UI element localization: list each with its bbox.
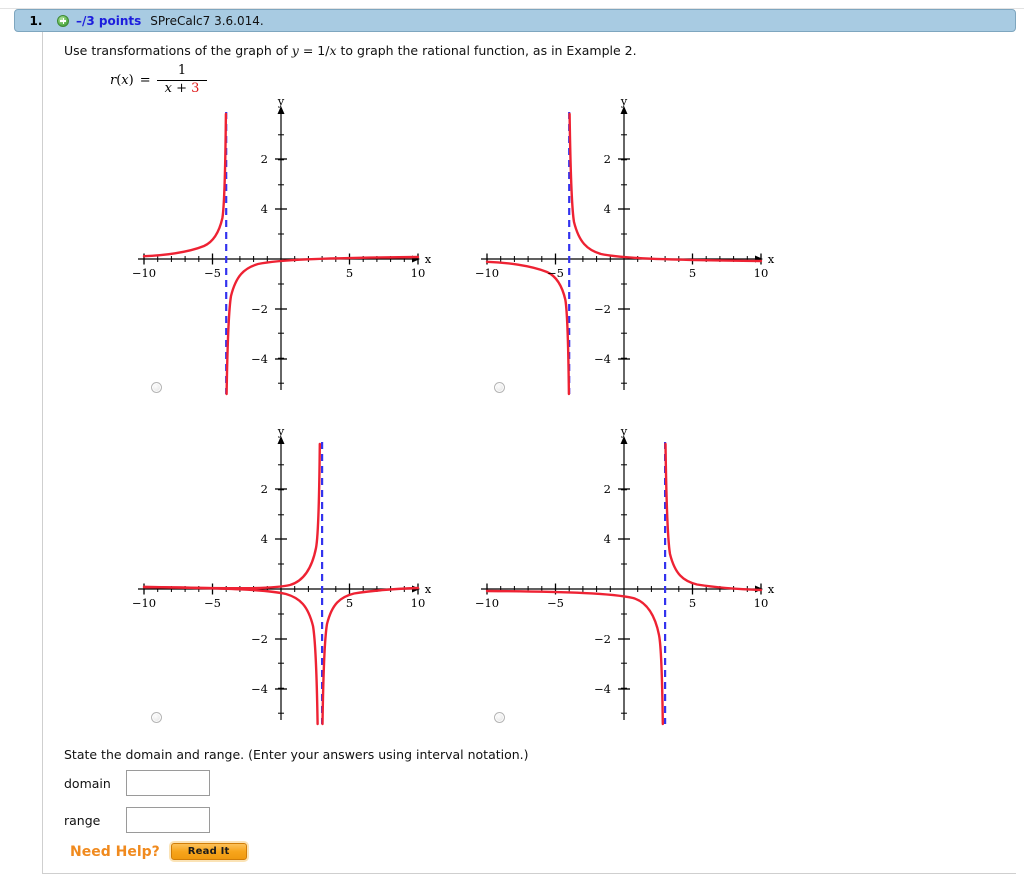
graph-c-axes [138, 436, 420, 720]
radio-choice-d[interactable] [494, 712, 505, 723]
svg-text:−5: −5 [204, 266, 221, 280]
svg-text:−5: −5 [204, 596, 221, 610]
question-number: 1. [29, 13, 43, 28]
points-label: –/3 points [76, 13, 142, 28]
radio-choice-b[interactable] [494, 382, 505, 393]
svg-text:x: x [425, 252, 432, 266]
question-code-label: SPreCalc7 3.6.014. [150, 13, 264, 28]
svg-text:−5: −5 [547, 596, 564, 610]
question-header-bar: 1. –/3 points SPreCalc7 3.6.014. [14, 9, 1016, 32]
graph-d-axes [481, 436, 763, 720]
plus-circle-icon[interactable] [57, 14, 69, 27]
graph-a-svg: −10 −5 5 10 4 2 −2 −4 y x [132, 98, 432, 396]
svg-text:x: x [768, 582, 775, 596]
prompt-part-1: Use transformations of the graph of [64, 43, 292, 58]
domain-field-row: domain [64, 770, 210, 796]
svg-text:−10: −10 [132, 596, 156, 610]
prompt-part-3: to graph the rational function, as in Ex… [336, 43, 637, 58]
svg-text:2: 2 [261, 152, 268, 166]
state-domain-range-text: State the domain and range. (Enter your … [64, 747, 529, 762]
read-it-button[interactable]: Read It [170, 843, 247, 860]
formula-denominator-plus: + [171, 80, 192, 96]
domain-input[interactable] [126, 770, 210, 796]
formula-denominator-const: 3 [191, 80, 200, 96]
formula-numerator: 1 [177, 63, 187, 78]
svg-text:2: 2 [261, 482, 268, 496]
svg-text:5: 5 [689, 266, 696, 280]
top-strip [0, 0, 1024, 9]
formula-denominator: x + 3 [156, 79, 208, 97]
svg-text:−2: −2 [594, 302, 611, 316]
graph-a-axes [138, 106, 420, 390]
svg-text:10: 10 [754, 266, 769, 280]
graph-a-labels: −10 −5 5 10 4 2 −2 −4 y x [132, 98, 432, 366]
graph-choice-a[interactable]: −10 −5 5 10 4 2 −2 −4 y x [118, 98, 438, 398]
graph-c-svg: −10 −5 5 10 4 2 −2 −4 y x [132, 428, 432, 726]
prompt-var-y: y [291, 43, 299, 58]
graph-d-labels: −10 −5 5 10 4 2 −2 −4 y x [475, 428, 775, 696]
graph-b-axes [481, 106, 763, 390]
svg-text:4: 4 [261, 202, 268, 216]
svg-text:−10: −10 [132, 266, 156, 280]
svg-text:10: 10 [411, 596, 426, 610]
range-input[interactable] [126, 807, 210, 833]
svg-text:5: 5 [689, 596, 696, 610]
prompt-text: Use transformations of the graph of y = … [64, 43, 637, 58]
svg-text:5: 5 [346, 596, 353, 610]
svg-text:−10: −10 [475, 596, 499, 610]
formula-rx: r(x) = 1 x + 3 [110, 63, 208, 97]
graph-choice-b[interactable]: −10 −5 5 10 4 2 −2 −4 y x [461, 98, 781, 398]
svg-text:2: 2 [604, 482, 611, 496]
range-label: range [64, 812, 101, 828]
curve-path [142, 585, 319, 726]
svg-text:−4: −4 [251, 352, 268, 366]
graph-b-svg: −10 −5 5 10 4 2 −2 −4 y x [475, 98, 775, 396]
svg-text:5: 5 [346, 266, 353, 280]
formula-argument: x [121, 72, 129, 88]
question-content: Use transformations of the graph of y = … [42, 32, 1016, 874]
need-help-row: Need Help? Read It [70, 843, 247, 860]
svg-text:x: x [425, 582, 432, 596]
graph-c-labels: −10 −5 5 10 4 2 −2 −4 y x [132, 428, 432, 696]
svg-text:4: 4 [604, 202, 611, 216]
formula-fraction: 1 x + 3 [156, 63, 208, 97]
radio-choice-a[interactable] [151, 382, 162, 393]
svg-text:−2: −2 [594, 632, 611, 646]
svg-text:−2: −2 [251, 302, 268, 316]
range-field-row: range [64, 807, 210, 833]
need-help-label: Need Help? [70, 843, 160, 860]
svg-text:y: y [277, 428, 285, 438]
formula-equals: = [139, 72, 151, 88]
formula-denominator-x: x [164, 80, 172, 96]
graph-choice-d[interactable]: −10 −5 5 10 4 2 −2 −4 y x [461, 428, 781, 728]
graph-d-svg: −10 −5 5 10 4 2 −2 −4 y x [475, 428, 775, 726]
prompt-var-x: x [329, 43, 337, 58]
radio-choice-c[interactable] [151, 712, 162, 723]
svg-text:2: 2 [604, 152, 611, 166]
svg-text:−4: −4 [594, 352, 611, 366]
svg-text:4: 4 [261, 532, 268, 546]
prompt-part-2: = 1/ [298, 43, 330, 58]
svg-text:−4: −4 [251, 682, 268, 696]
svg-text:y: y [620, 98, 628, 108]
svg-text:−2: −2 [251, 632, 268, 646]
svg-text:−10: −10 [475, 266, 499, 280]
graph-choice-c[interactable]: −10 −5 5 10 4 2 −2 −4 y x [118, 428, 438, 728]
svg-text:10: 10 [754, 596, 769, 610]
svg-text:y: y [277, 98, 285, 108]
svg-text:10: 10 [411, 266, 426, 280]
svg-text:−5: −5 [547, 266, 564, 280]
graph-b-labels: −10 −5 5 10 4 2 −2 −4 y x [475, 98, 775, 366]
svg-text:−4: −4 [594, 682, 611, 696]
svg-text:x: x [768, 252, 775, 266]
formula-paren-close: ) [128, 72, 134, 88]
svg-text:4: 4 [604, 532, 611, 546]
domain-label: domain [64, 775, 111, 791]
svg-text:y: y [620, 428, 628, 438]
